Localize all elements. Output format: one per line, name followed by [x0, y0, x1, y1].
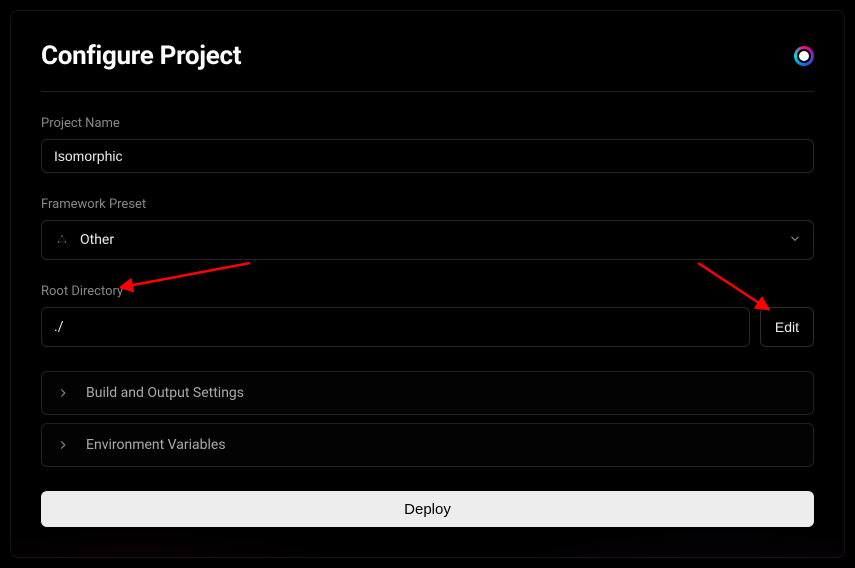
accordion-group: Build and Output Settings Environment Va…	[41, 371, 814, 467]
root-directory-row: ./ Edit	[41, 307, 814, 347]
header-row: Configure Project	[41, 41, 814, 92]
environment-variables-accordion[interactable]: Environment Variables	[41, 423, 814, 467]
page-title: Configure Project	[41, 41, 241, 71]
deploy-button[interactable]: Deploy	[41, 491, 814, 527]
framework-preset-label: Framework Preset	[41, 197, 814, 212]
framework-badge-icon	[794, 46, 814, 66]
chevron-right-icon	[56, 386, 70, 400]
project-name-input[interactable]	[41, 139, 814, 173]
root-directory-value: ./	[41, 307, 750, 347]
framework-preset-select[interactable]: Other	[41, 220, 814, 260]
configure-project-panel: Configure Project Project Name Framework…	[10, 10, 845, 558]
root-directory-label: Root Directory	[41, 284, 814, 299]
project-name-label: Project Name	[41, 116, 814, 131]
chevron-right-icon	[56, 438, 70, 452]
root-directory-text: ./	[54, 319, 63, 335]
root-directory-edit-button[interactable]: Edit	[760, 307, 814, 347]
build-output-settings-accordion[interactable]: Build and Output Settings	[41, 371, 814, 415]
build-output-settings-label: Build and Output Settings	[86, 385, 244, 401]
framework-other-icon	[54, 232, 70, 248]
environment-variables-label: Environment Variables	[86, 437, 226, 453]
framework-preset-value: Other	[80, 232, 114, 248]
framework-preset-select-wrap: Other	[41, 220, 814, 260]
